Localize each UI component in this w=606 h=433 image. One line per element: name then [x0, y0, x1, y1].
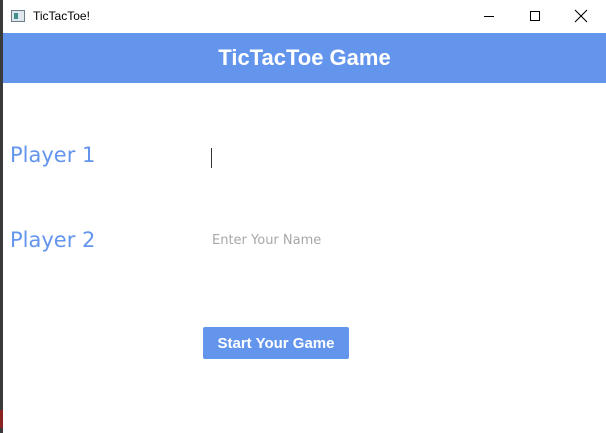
- player2-name-input[interactable]: [208, 227, 458, 253]
- player2-label: Player 2: [10, 228, 96, 252]
- minimize-icon: [484, 16, 494, 17]
- page-title: TicTacToe Game: [218, 45, 391, 70]
- minimize-button[interactable]: [466, 0, 512, 33]
- close-icon: [574, 9, 588, 23]
- close-button[interactable]: [558, 0, 604, 33]
- window-title: TicTacToe!: [33, 9, 90, 23]
- header-banner: TicTacToe Game: [3, 33, 606, 83]
- player1-label: Player 1: [10, 143, 96, 167]
- player1-name-input[interactable]: [208, 145, 458, 171]
- maximize-button[interactable]: [512, 0, 558, 33]
- text-caret: [211, 148, 212, 168]
- start-game-button[interactable]: Start Your Game: [203, 327, 349, 359]
- maximize-icon: [530, 11, 540, 21]
- app-window-icon: [11, 10, 25, 22]
- title-bar[interactable]: TicTacToe!: [3, 0, 606, 34]
- app-window: TicTacToe! TicTacToe Game Player 1 Playe…: [3, 0, 606, 433]
